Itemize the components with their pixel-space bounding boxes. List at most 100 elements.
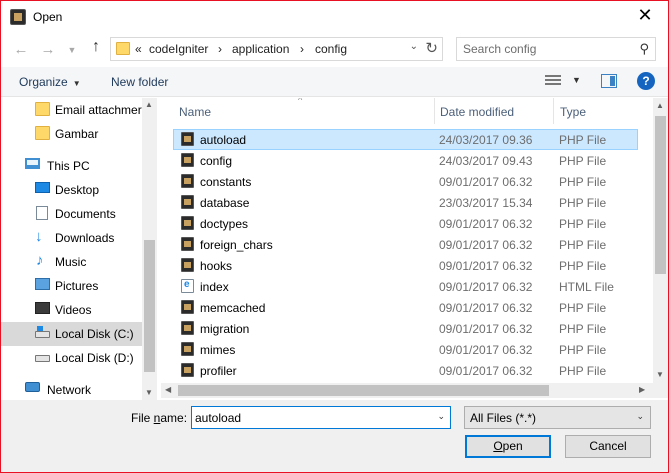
- nav-item-documents[interactable]: Documents: [1, 202, 142, 226]
- file-row[interactable]: constants 09/01/2017 06.32 PHP File: [173, 171, 638, 192]
- file-row[interactable]: config 24/03/2017 09.43 PHP File: [173, 150, 638, 171]
- file-name: profiler: [200, 364, 237, 378]
- file-row[interactable]: autoload 24/03/2017 09.36 PHP File: [173, 129, 638, 150]
- file-row[interactable]: memcached 09/01/2017 06.32 PHP File: [173, 297, 638, 318]
- breadcrumb-application[interactable]: application: [232, 42, 289, 56]
- scrollbar-thumb[interactable]: [144, 240, 155, 372]
- navigation-scrollbar[interactable]: ▲ ▼: [142, 98, 157, 400]
- file-date: 23/03/2017 15.34: [439, 196, 533, 210]
- window-title: Open: [33, 10, 63, 24]
- scroll-down-icon[interactable]: ▼: [145, 388, 153, 397]
- nav-item-label: Videos: [55, 303, 92, 317]
- folder-icon: [35, 102, 50, 116]
- nav-item-label: Desktop: [55, 183, 100, 197]
- nav-item-music[interactable]: ♪ Music: [1, 250, 142, 274]
- bottom-panel: File name: ⌄ All Files (*.*) ⌄ Open Canc…: [1, 400, 668, 472]
- new-folder-button[interactable]: New folder: [111, 75, 168, 89]
- search-input[interactable]: [463, 41, 628, 57]
- folder-icon: [116, 42, 130, 55]
- scroll-up-icon[interactable]: ▲: [656, 101, 664, 110]
- file-date: 09/01/2017 06.32: [439, 259, 533, 273]
- file-name-input[interactable]: [195, 410, 425, 425]
- php-file-icon: [181, 132, 194, 146]
- file-name-label: File name:: [131, 411, 188, 425]
- up-arrow-icon[interactable]: ↑: [87, 38, 105, 56]
- breadcrumb-config[interactable]: config: [315, 42, 347, 56]
- cancel-button[interactable]: Cancel: [565, 435, 651, 458]
- back-arrow-icon[interactable]: ←: [12, 41, 30, 58]
- breadcrumb-codeigniter[interactable]: codeIgniter: [149, 42, 208, 56]
- file-name: database: [200, 196, 250, 210]
- file-row[interactable]: foreign_chars 09/01/2017 06.32 PHP File: [173, 234, 638, 255]
- nav-item-local-disk-d[interactable]: Local Disk (D:): [1, 346, 142, 370]
- forward-arrow-icon[interactable]: →: [39, 41, 57, 58]
- file-list-horizontal-scrollbar[interactable]: ◀ ▶: [161, 383, 653, 398]
- php-file-icon: [181, 342, 194, 356]
- nav-item-label: This PC: [47, 159, 90, 173]
- chevron-down-icon[interactable]: ⌄: [437, 411, 445, 422]
- view-options-chevron-icon[interactable]: ▼: [572, 75, 581, 85]
- scroll-up-icon[interactable]: ▲: [145, 100, 153, 109]
- close-icon[interactable]: ✕: [633, 5, 657, 26]
- file-row[interactable]: doctypes 09/01/2017 06.32 PHP File: [173, 213, 638, 234]
- refresh-icon[interactable]: ↻: [425, 39, 438, 57]
- column-header-type[interactable]: Type: [554, 98, 653, 124]
- column-header-date[interactable]: Date modified: [435, 98, 553, 124]
- nav-item-label: Local Disk (D:): [55, 351, 134, 365]
- nav-item-email-attachments[interactable]: Email attachmer: [1, 98, 142, 122]
- navigation-pane: Email attachmer Gambar This PC Desktop D…: [1, 98, 157, 400]
- chevron-down-icon[interactable]: ⌄: [410, 41, 418, 52]
- nav-item-desktop[interactable]: Desktop: [1, 178, 142, 202]
- download-icon: ↓: [35, 228, 43, 245]
- file-row[interactable]: database 23/03/2017 15.34 PHP File: [173, 192, 638, 213]
- open-button[interactable]: Open: [465, 435, 551, 458]
- file-type-value: All Files (*.*): [470, 411, 537, 425]
- scrollbar-corner: [653, 383, 668, 398]
- scroll-right-icon[interactable]: ▶: [639, 385, 645, 394]
- scrollbar-thumb[interactable]: [178, 385, 549, 396]
- nav-item-gambar[interactable]: Gambar: [1, 122, 142, 146]
- recent-locations-chevron-icon[interactable]: ▼: [63, 45, 81, 55]
- file-row[interactable]: profiler 09/01/2017 06.32 PHP File: [173, 360, 638, 381]
- php-file-icon: [181, 153, 194, 167]
- preview-pane-icon[interactable]: [601, 74, 617, 88]
- file-row[interactable]: hooks 09/01/2017 06.32 PHP File: [173, 255, 638, 276]
- file-name-combobox[interactable]: ⌄: [191, 406, 451, 429]
- file-date: 24/03/2017 09.36: [439, 133, 533, 147]
- file-type: PHP File: [559, 154, 607, 168]
- nav-item-pictures[interactable]: Pictures: [1, 274, 142, 298]
- desktop-icon: [35, 182, 50, 193]
- php-file-icon: [181, 321, 194, 335]
- nav-item-this-pc[interactable]: This PC: [1, 154, 142, 178]
- chevron-down-icon: ▼: [72, 79, 81, 88]
- nav-item-network[interactable]: Network: [1, 378, 142, 400]
- file-name: autoload: [200, 133, 247, 147]
- search-box: ⚲: [456, 37, 656, 61]
- nav-item-label: Music: [55, 255, 87, 269]
- php-file-icon: [181, 216, 194, 230]
- nav-item-local-disk-c[interactable]: Local Disk (C:): [1, 322, 142, 346]
- videos-icon: [35, 302, 50, 314]
- scroll-left-icon[interactable]: ◀: [165, 385, 171, 394]
- breadcrumb-separator[interactable]: ›: [218, 42, 222, 56]
- file-type: PHP File: [559, 196, 607, 210]
- file-row[interactable]: index 09/01/2017 06.32 HTML File: [173, 276, 638, 297]
- file-row[interactable]: migration 09/01/2017 06.32 PHP File: [173, 318, 638, 339]
- scroll-down-icon[interactable]: ▼: [656, 370, 664, 379]
- file-date: 09/01/2017 06.32: [439, 301, 533, 315]
- nav-item-downloads[interactable]: ↓ Downloads: [1, 226, 142, 250]
- search-icon[interactable]: ⚲: [639, 41, 649, 57]
- column-header-name[interactable]: Name: [161, 98, 434, 124]
- file-list-vertical-scrollbar[interactable]: ▲ ▼: [653, 98, 668, 383]
- php-file-icon: [181, 174, 194, 188]
- address-bar[interactable]: « codeIgniter › application › config ⌄ ↻: [110, 37, 443, 61]
- breadcrumb-overflow[interactable]: «: [135, 42, 142, 56]
- view-options-icon[interactable]: [545, 73, 561, 87]
- file-type-select[interactable]: All Files (*.*) ⌄: [464, 406, 651, 429]
- organize-button[interactable]: Organize ▼: [19, 75, 81, 89]
- nav-item-videos[interactable]: Videos: [1, 298, 142, 322]
- help-icon[interactable]: ?: [637, 72, 655, 90]
- breadcrumb-separator[interactable]: ›: [300, 42, 304, 56]
- scrollbar-thumb[interactable]: [655, 116, 666, 274]
- file-row[interactable]: mimes 09/01/2017 06.32 PHP File: [173, 339, 638, 360]
